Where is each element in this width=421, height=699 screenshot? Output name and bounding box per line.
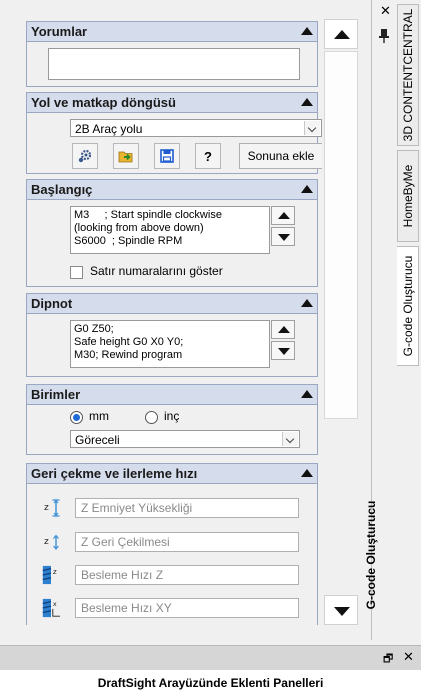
- feed-rate-xy-icon: x: [42, 598, 61, 618]
- section-header[interactable]: Yorumlar: [27, 22, 317, 42]
- radio-mm-label: mm: [89, 409, 109, 423]
- section-toolpath: Yol ve matkap döngüsü 2B Araç yolu ? Son…: [26, 92, 322, 174]
- tab-3d-contentcentral[interactable]: 3D CONTENTCENTRAL: [397, 4, 419, 146]
- svg-text:z: z: [44, 537, 49, 547]
- section-units: Birimler mm inç Göreceli: [26, 384, 318, 455]
- settings-button[interactable]: [72, 143, 98, 169]
- restore-window-icon[interactable]: 🗗: [383, 650, 393, 669]
- panel-scrollbar: [324, 19, 360, 625]
- feed-rate-z-icon: z: [42, 565, 57, 585]
- save-icon: [160, 149, 174, 163]
- gear-icon: [78, 149, 92, 163]
- feed-rate-xy-input[interactable]: Besleme Hızı XY: [75, 598, 299, 618]
- triangle-up-icon: [334, 30, 350, 39]
- svg-text:z: z: [53, 567, 57, 576]
- panel-title: G-code Oluşturucu: [364, 500, 378, 610]
- start-scroll-buttons: [271, 206, 295, 246]
- section-title: Yorumlar: [31, 24, 88, 39]
- section-title: Başlangıç: [31, 182, 93, 197]
- svg-text:z: z: [44, 503, 49, 513]
- save-button[interactable]: [154, 143, 180, 169]
- coordinate-mode-dropdown[interactable]: Göreceli: [70, 430, 300, 448]
- radio-inch-label: inç: [164, 409, 180, 423]
- z-retract-input[interactable]: Z Geri Çekilmesi: [75, 532, 299, 552]
- z-safety-height-input[interactable]: Z Emniyet Yüksekliği: [75, 498, 299, 518]
- section-start: Başlangıç M3 ; Start spindle clockwise (…: [26, 179, 318, 287]
- start-code-textarea[interactable]: M3 ; Start spindle clockwise (looking fr…: [70, 206, 270, 254]
- comments-input[interactable]: [48, 48, 300, 80]
- scroll-down-button[interactable]: [324, 595, 358, 625]
- section-title: Birimler: [31, 387, 81, 402]
- triangle-down-icon: [334, 607, 350, 616]
- section-header[interactable]: Dipnot: [27, 294, 317, 314]
- section-footer: Dipnot G0 Z50; Safe height G0 X0 Y0; M30…: [26, 293, 318, 377]
- section-header[interactable]: Geri çekme ve ilerleme hızı: [27, 464, 317, 484]
- scroll-down-button[interactable]: [271, 341, 295, 360]
- section-header[interactable]: Başlangıç: [27, 180, 317, 200]
- radio-mm[interactable]: [70, 411, 83, 424]
- toolpath-dropdown[interactable]: 2B Araç yolu: [70, 119, 322, 137]
- open-button[interactable]: [113, 143, 139, 169]
- scroll-thumb[interactable]: [324, 51, 358, 419]
- open-folder-icon: [118, 151, 133, 163]
- line-numbers-checkbox[interactable]: [70, 266, 83, 279]
- append-button[interactable]: Sonuna ekle: [239, 143, 322, 169]
- scroll-down-button[interactable]: [271, 227, 295, 246]
- footer-scroll-buttons: [271, 320, 295, 360]
- radio-inch[interactable]: [145, 411, 158, 424]
- section-header[interactable]: Birimler: [27, 385, 317, 405]
- section-title: Geri çekme ve ilerleme hızı: [31, 466, 198, 481]
- z-safety-height-icon: z: [44, 499, 60, 517]
- collapse-icon[interactable]: [301, 98, 313, 106]
- help-icon: ?: [204, 148, 212, 164]
- bottom-toolbar: 🗗 ✕: [0, 645, 421, 670]
- collapse-icon[interactable]: [301, 390, 313, 398]
- scroll-up-button[interactable]: [271, 206, 295, 225]
- collapse-icon[interactable]: [301, 299, 313, 307]
- z-retract-icon: z: [44, 534, 59, 550]
- close-icon[interactable]: ✕: [380, 3, 391, 19]
- help-button[interactable]: ?: [195, 143, 221, 169]
- tab-gcode-generator[interactable]: G-code Oluşturucu: [397, 246, 419, 366]
- scroll-up-button[interactable]: [324, 19, 358, 49]
- line-numbers-label: Satır numaralarını göster: [90, 264, 223, 278]
- tab-homebyme[interactable]: HomeByMe: [397, 150, 419, 242]
- scroll-up-button[interactable]: [271, 320, 295, 339]
- section-feed: Geri çekme ve ilerleme hızı z Z Emniyet …: [26, 463, 318, 625]
- section-title: Dipnot: [31, 296, 73, 311]
- collapse-icon[interactable]: [301, 469, 313, 477]
- pin-icon[interactable]: [378, 28, 390, 47]
- footer-code-textarea[interactable]: G0 Z50; Safe height G0 X0 Y0; M30; Rewin…: [70, 320, 270, 368]
- close-icon[interactable]: ✕: [403, 649, 414, 665]
- section-header[interactable]: Yol ve matkap döngüsü: [27, 93, 317, 113]
- collapse-icon[interactable]: [301, 185, 313, 193]
- figure-caption: DraftSight Arayüzünde Eklenti Panelleri: [97, 676, 324, 690]
- section-comments: Yorumlar: [26, 21, 318, 87]
- feed-rate-z-input[interactable]: Besleme Hızı Z: [75, 565, 299, 585]
- gcode-panel: Yorumlar Yol ve matkap döngüsü 2B Araç y…: [26, 19, 322, 625]
- scroll-track[interactable]: [324, 51, 358, 595]
- section-title: Yol ve matkap döngüsü: [31, 95, 176, 110]
- svg-text:x: x: [53, 601, 57, 608]
- collapse-icon[interactable]: [301, 27, 313, 35]
